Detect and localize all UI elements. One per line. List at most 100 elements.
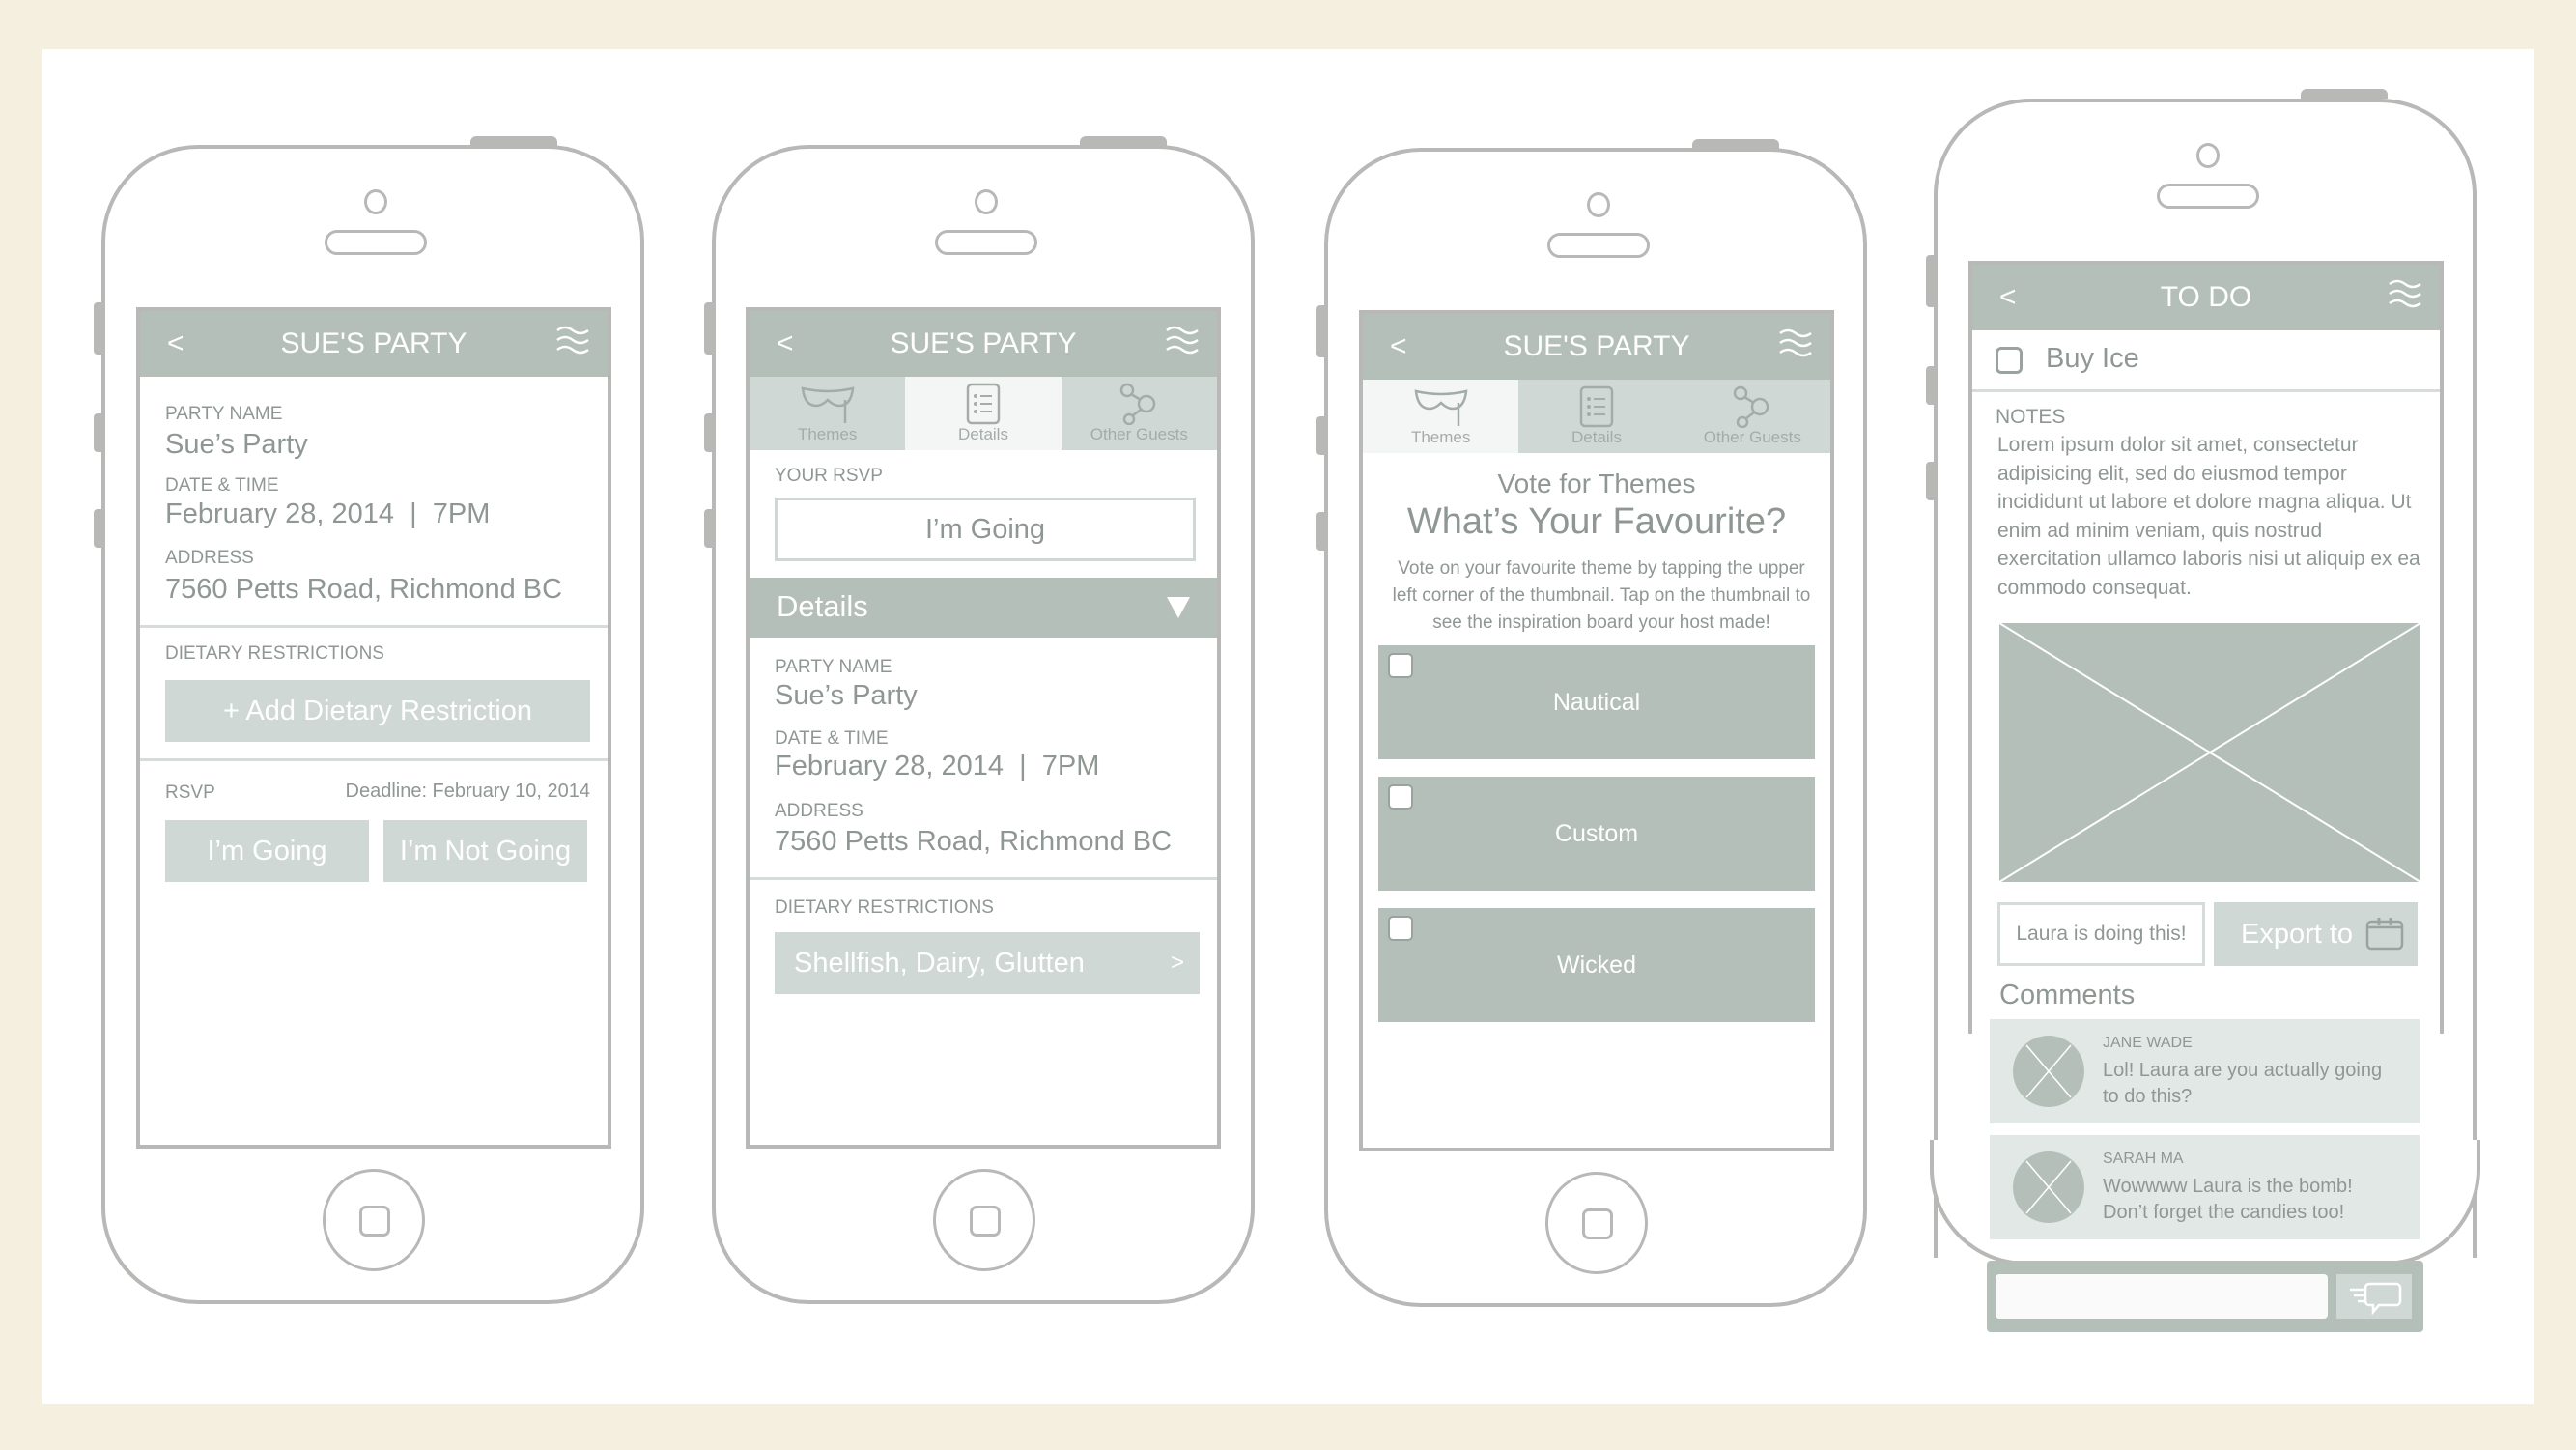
divider	[140, 625, 608, 628]
camera	[364, 189, 387, 214]
theme-checkbox[interactable]	[1388, 784, 1413, 810]
screen-themes-tab: < SUE'S PARTY Themes Details Other Guest…	[1359, 310, 1834, 1151]
divider	[1972, 389, 2440, 392]
volume-up	[94, 413, 101, 452]
tab-other-guests[interactable]: Other Guests	[1675, 380, 1830, 453]
speech-bubble-icon	[2350, 1282, 2402, 1315]
volume-down	[1926, 462, 1934, 500]
not-going-button[interactable]: I’m Not Going	[383, 820, 587, 882]
comment-text: Wowwww Laura is the bomb! Don’t forget t…	[2103, 1176, 2353, 1223]
task-checkbox[interactable]	[1996, 347, 2023, 374]
nav-title: SUE'S PARTY	[1503, 330, 1690, 362]
back-icon[interactable]: <	[1999, 265, 2017, 330]
camera	[2196, 143, 2220, 168]
comment-item: SARAH MA Wowwww Laura is the bomb! Don’t…	[1990, 1135, 2420, 1239]
tab-details[interactable]: Details	[1518, 380, 1674, 453]
speaker	[1547, 233, 1650, 258]
add-dietary-button[interactable]: + Add Dietary Restriction	[165, 680, 590, 742]
address-value: 7560 Petts Road, Richmond BC	[775, 826, 1173, 857]
screen-event-details: < SUE'S PARTY PARTY NAME Sue’s Party DAT…	[136, 307, 611, 1149]
tab-label: Themes	[797, 425, 858, 443]
comment-input[interactable]	[1996, 1274, 2328, 1319]
share-nodes-icon	[1120, 383, 1156, 425]
send-comment-button[interactable]	[2336, 1274, 2412, 1319]
home-button[interactable]	[1545, 1172, 1648, 1274]
back-icon[interactable]: <	[777, 311, 794, 377]
dietary-restrictions-row[interactable]: Shellfish, Dairy, Glutten >	[775, 932, 1200, 994]
theme-card-nautical[interactable]: Nautical	[1378, 645, 1815, 759]
home-button[interactable]	[323, 1169, 425, 1271]
comment-author: SARAH MA	[2103, 1151, 2184, 1167]
mute-switch	[704, 302, 712, 355]
party-name-label: PARTY NAME	[165, 404, 283, 424]
back-icon[interactable]: <	[167, 311, 184, 377]
comments-title: Comments	[1999, 980, 2136, 1010]
assign-button[interactable]: Laura is doing this!	[1997, 902, 2205, 966]
speaker	[935, 230, 1037, 255]
volume-down	[704, 509, 712, 548]
date-label: DATE & TIME	[775, 728, 889, 749]
going-button[interactable]: I’m Going	[165, 820, 369, 882]
comment-author: JANE WADE	[2103, 1035, 2193, 1051]
date-label: DATE & TIME	[165, 475, 279, 496]
theme-name: Custom	[1554, 820, 1639, 847]
party-name-value: Sue’s Party	[775, 680, 918, 711]
vote-subtitle: Vote for Themes	[1497, 469, 1696, 498]
notes-label: NOTES	[1996, 406, 2066, 428]
nav-title: SUE'S PARTY	[280, 327, 467, 359]
nav-bar: < SUE'S PARTY	[1363, 314, 1830, 380]
party-name-value: Sue’s Party	[165, 429, 308, 460]
export-label: Export to	[2241, 919, 2354, 950]
chevron-right-icon: >	[1170, 950, 1184, 976]
back-icon[interactable]: <	[1390, 314, 1407, 380]
tab-themes[interactable]: Themes	[1363, 380, 1519, 453]
tab-other-guests[interactable]: Other Guests	[1062, 377, 1217, 450]
details-section-header[interactable]: Details	[750, 578, 1217, 638]
comment-text: Lol! Laura are you actually going to do …	[2103, 1060, 2383, 1107]
tab-label: Themes	[1410, 428, 1471, 446]
tab-label: Other Guests	[1703, 428, 1801, 446]
avatar	[2013, 1151, 2084, 1223]
image-placeholder[interactable]	[1999, 623, 2420, 882]
menu-icon[interactable]	[1165, 317, 1200, 365]
nav-bar: < SUE'S PARTY	[750, 311, 1217, 377]
avatar	[2013, 1036, 2084, 1107]
divider	[750, 877, 1217, 880]
vote-title: What’s Your Favourite?	[1406, 501, 1787, 542]
date-value: February 28, 2014 | 7PM	[775, 751, 1100, 782]
address-value: 7560 Petts Road, Richmond BC	[165, 574, 563, 605]
party-name-label: PARTY NAME	[775, 657, 892, 677]
comment-item: JANE WADE Lol! Laura are you actually go…	[1990, 1019, 2420, 1123]
theme-name: Nautical	[1552, 689, 1641, 716]
menu-icon[interactable]	[1778, 320, 1813, 368]
theme-checkbox[interactable]	[1388, 653, 1413, 678]
nav-title: TO DO	[2160, 281, 2252, 313]
menu-icon[interactable]	[2388, 270, 2422, 319]
home-button[interactable]	[933, 1169, 1035, 1271]
volume-down	[1316, 512, 1324, 551]
nav-bar: < SUE'S PARTY	[140, 311, 608, 377]
screen-todo: < TO DO Buy Ice NOTES Lorem ipsum dolor …	[1968, 261, 2444, 1034]
menu-icon[interactable]	[555, 317, 590, 365]
speaker	[2157, 184, 2259, 209]
tab-themes[interactable]: Themes	[750, 377, 905, 450]
triangle-down-icon	[1167, 597, 1190, 618]
divider	[140, 758, 608, 761]
mute-switch	[1316, 305, 1324, 357]
mask-icon	[1414, 389, 1468, 426]
theme-card-wicked[interactable]: Wicked	[1378, 908, 1815, 1022]
theme-checkbox[interactable]	[1388, 916, 1413, 941]
mute-switch	[94, 302, 101, 355]
rsvp-select[interactable]: I’m Going	[775, 498, 1196, 561]
comment-composer	[1987, 1261, 2423, 1332]
calendar-icon	[2365, 918, 2404, 951]
address-label: ADDRESS	[775, 801, 863, 821]
volume-down	[94, 509, 101, 548]
dietary-label: DIETARY RESTRICTIONS	[775, 897, 994, 918]
tab-details[interactable]: Details	[905, 377, 1062, 450]
tab-bar: Themes Details Other Guests	[1363, 380, 1830, 453]
vote-description: Vote on your favourite theme by tapping …	[1392, 558, 1811, 633]
task-label: Buy Ice	[2046, 343, 2139, 374]
export-to-calendar-button[interactable]: Export to	[2214, 902, 2418, 966]
theme-card-custom[interactable]: Custom	[1378, 777, 1815, 891]
